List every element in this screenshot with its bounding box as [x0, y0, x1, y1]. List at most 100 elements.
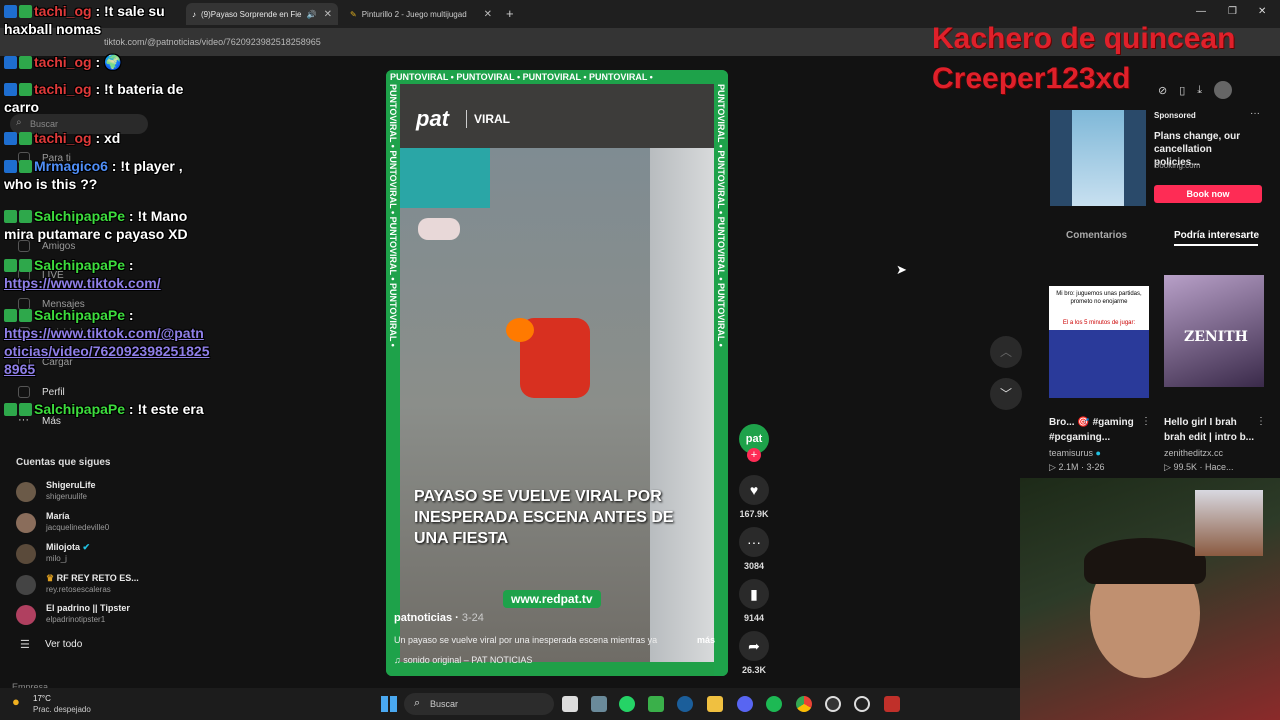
chat-nick: tachi_og: [34, 54, 92, 70]
following-name: ♛ RF REY RETO ES...: [46, 573, 139, 583]
dog: [418, 218, 460, 240]
ad-image: [1072, 110, 1124, 206]
video-player[interactable]: PUNTOVIRAL • PUNTOVIRAL • PUNTOVIRAL • P…: [386, 70, 728, 676]
folder-icon[interactable]: [707, 696, 723, 712]
maximize-icon[interactable]: ❐: [1228, 6, 1237, 17]
following-item[interactable]: El padrino || Tipster elpadrinotipster1: [16, 603, 186, 629]
tiktok-icon: ♪: [192, 9, 196, 19]
url-text[interactable]: tiktok.com/@patnoticias/video/7620923982…: [104, 37, 321, 47]
avatar: [16, 605, 36, 625]
video-author[interactable]: patnoticias · 3-24: [394, 612, 484, 624]
xbox-icon[interactable]: [648, 696, 664, 712]
task-view-icon[interactable]: [562, 696, 578, 712]
download-icon[interactable]: ⤓: [1197, 84, 1202, 97]
meme-text: Mi bro: juguemos unas partidas, prometo …: [1056, 291, 1142, 305]
close-tab-icon[interactable]: ✕: [324, 9, 332, 20]
next-video-button[interactable]: ﹀: [990, 378, 1022, 410]
chat-text: : !t este era: [125, 401, 204, 417]
weather-icon: ●: [12, 694, 20, 709]
chat-nick: SalchipapaPe: [34, 257, 126, 273]
spotify-icon[interactable]: [766, 696, 782, 712]
more-icon[interactable]: ···: [1250, 108, 1260, 119]
list-icon: ☰: [20, 639, 30, 651]
video-description: Un payaso se vuelve viral por una inespe…: [394, 635, 658, 645]
chat-text: : xd: [91, 130, 121, 146]
steam-icon[interactable]: [677, 696, 693, 712]
game-icon[interactable]: [884, 696, 900, 712]
more-icon[interactable]: ⋮: [1141, 416, 1151, 427]
chat-nick: Mrmagico6: [34, 158, 108, 174]
taskbar-search[interactable]: [404, 693, 554, 715]
chat-message: SalchipapaPe : https://www.tiktok.com/: [4, 256, 204, 292]
wall: [650, 148, 714, 662]
discord-icon[interactable]: [737, 696, 753, 712]
following-item[interactable]: María jacquelinedeville0: [16, 511, 186, 537]
video-sound[interactable]: ♫ sonido original – PAT NOTICIAS: [394, 655, 532, 665]
search-icon: ⌕: [414, 697, 421, 709]
chat-link[interactable]: https://www.tiktok.com/@patnoticias/vide…: [4, 325, 210, 377]
video-author[interactable]: zenitheditzx.cc: [1164, 448, 1223, 458]
calculator-icon[interactable]: [591, 696, 607, 712]
badge-icon: [4, 5, 17, 18]
tab-podria-interesarte[interactable]: Podría interesarte: [1174, 230, 1264, 241]
tab-comentarios[interactable]: Comentarios: [1066, 230, 1127, 241]
tab-pinturillo[interactable]: ✎ Pinturillo 2 - Juego multijugad ✕: [344, 3, 498, 25]
following-item[interactable]: ShigeruLife shigeruulife: [16, 480, 186, 506]
author-avatar[interactable]: pat +: [738, 424, 770, 462]
save-button[interactable]: ▮ 9144: [738, 579, 770, 623]
share-button[interactable]: ➦ 26.3K: [738, 631, 770, 675]
new-tab-button[interactable]: +: [506, 6, 514, 21]
close-tab-icon[interactable]: ✕: [484, 9, 492, 20]
following-item[interactable]: Milojota ✔ milo_j: [16, 542, 186, 568]
tab-tiktok[interactable]: ♪ (9)Payaso Sorprende en Fie 🔊 ✕: [186, 3, 338, 25]
brand-logo: pat: [416, 106, 449, 131]
avatar: [16, 513, 36, 533]
book-now-button[interactable]: Book now: [1154, 185, 1262, 203]
more-link[interactable]: más: [697, 635, 715, 645]
chat-message: tachi_og : 🌍: [4, 53, 204, 71]
chat-nick: tachi_og: [34, 3, 92, 19]
prev-video-button[interactable]: ︿: [990, 336, 1022, 368]
video-title[interactable]: Hello girl I brah brah edit | intro b...: [1164, 415, 1256, 445]
video-title[interactable]: Bro... 🎯 #gaming #pcgaming...: [1049, 415, 1139, 445]
avatar[interactable]: [1214, 81, 1233, 99]
bookmark-icon: ▮: [739, 579, 769, 609]
video-thumbnail[interactable]: Mi bro: juguemos unas partidas, prometo …: [1049, 286, 1149, 398]
ticker-left: PUNTOVIRAL • PUNTOVIRAL • PUNTOVIRAL • P…: [386, 84, 400, 676]
badge-icon: [19, 83, 32, 96]
obs-icon[interactable]: [825, 696, 841, 712]
minimize-icon[interactable]: —: [1196, 6, 1206, 17]
badge-icon: [19, 132, 32, 145]
heart-icon: ♥: [739, 475, 769, 505]
following-handle: shigeruulife: [46, 492, 87, 501]
share-icon: ➦: [739, 631, 769, 661]
comment-count: 3084: [743, 561, 765, 571]
following-item[interactable]: ♛ RF REY RETO ES... rey.retosescaleras: [16, 573, 186, 599]
following-handle: elpadrinotipster1: [46, 615, 106, 624]
ticker-top: PUNTOVIRAL • PUNTOVIRAL • PUNTOVIRAL • P…: [386, 70, 728, 84]
speaker-icon: 🔊: [306, 9, 317, 19]
following-name: El padrino || Tipster: [46, 603, 130, 613]
video-thumbnail[interactable]: ZENITH: [1164, 275, 1264, 387]
more-icon[interactable]: ⋮: [1256, 416, 1266, 427]
see-all-link[interactable]: Ver todo: [45, 639, 82, 650]
close-window-icon[interactable]: ✕: [1258, 6, 1266, 17]
chrome-icon[interactable]: [796, 696, 812, 712]
whatsapp-icon[interactable]: [619, 696, 635, 712]
tab-label: (9)Payaso Sorprende en Fie: [201, 9, 302, 19]
chat-link[interactable]: https://www.tiktok.com/: [4, 275, 161, 291]
link-icon[interactable]: ⊘: [1158, 84, 1167, 97]
comment-button[interactable]: ··· 3084: [738, 527, 770, 571]
video-stats: ▷ 99.5K · Hace...: [1164, 462, 1234, 472]
chat-nick: tachi_og: [34, 130, 92, 146]
phone-icon[interactable]: ▯: [1179, 84, 1185, 97]
sidebar-item-perfil[interactable]: Perfil: [42, 387, 65, 398]
ad-thumbnail[interactable]: [1050, 110, 1146, 206]
avatar: [16, 575, 36, 595]
chat-text: :: [125, 307, 134, 323]
video-author[interactable]: teamisurus ●: [1049, 448, 1101, 458]
share-count: 26.3K: [741, 665, 767, 675]
app-icon[interactable]: [854, 696, 870, 712]
like-button[interactable]: ♥ 167.9K: [738, 475, 770, 519]
windows-start-icon[interactable]: [381, 696, 397, 712]
